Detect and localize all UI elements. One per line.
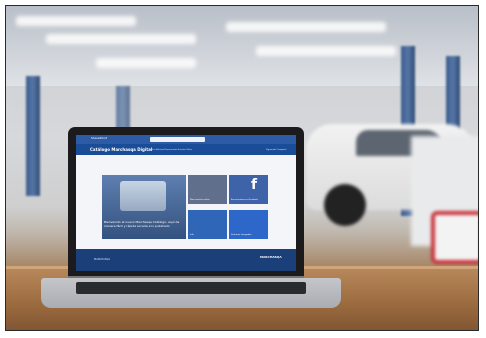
tile-caption: Encuentranos en Facebook — [231, 199, 258, 201]
red-tool-box — [431, 211, 478, 264]
nav-links[interactable]: Inicio Noticias Documentos Eventos Sitio… — [150, 149, 192, 151]
laptop-screen: SharePoint Catálogo Marchasqa Digital In… — [76, 135, 296, 271]
photo: SharePoint Catálogo Marchasqa Digital In… — [0, 0, 486, 338]
laptop-keyboard — [76, 282, 306, 294]
footer-logo: MARCHASQA — [94, 258, 111, 261]
ceiling-light — [16, 16, 136, 26]
tile-caption: Mas trámites online — [190, 199, 210, 201]
site-title[interactable]: Catálogo Marchasqa Digital — [90, 147, 152, 152]
app-title: SharePoint — [91, 136, 108, 140]
lift-pillar — [26, 76, 40, 196]
photo-frame: SharePoint Catálogo Marchasqa Digital In… — [5, 5, 479, 331]
footer-brand: MARCHASQA — [260, 255, 282, 259]
hero-figure — [120, 181, 166, 211]
tile-caption: Sistemas integrados — [231, 234, 252, 236]
tile-caption: Info — [190, 234, 194, 236]
search-box[interactable] — [150, 137, 205, 142]
facebook-icon: f — [251, 177, 258, 193]
hero-text: Bienvenido al nuevo Marchasqa Catálogo, … — [104, 220, 180, 228]
nav-right[interactable]: Siguiendo Compartir — [266, 149, 287, 151]
ceiling-light — [226, 22, 386, 32]
ceiling-light — [256, 46, 396, 56]
ceiling-light — [46, 34, 196, 44]
ceiling-light — [96, 58, 196, 68]
car-wheel — [324, 184, 366, 226]
